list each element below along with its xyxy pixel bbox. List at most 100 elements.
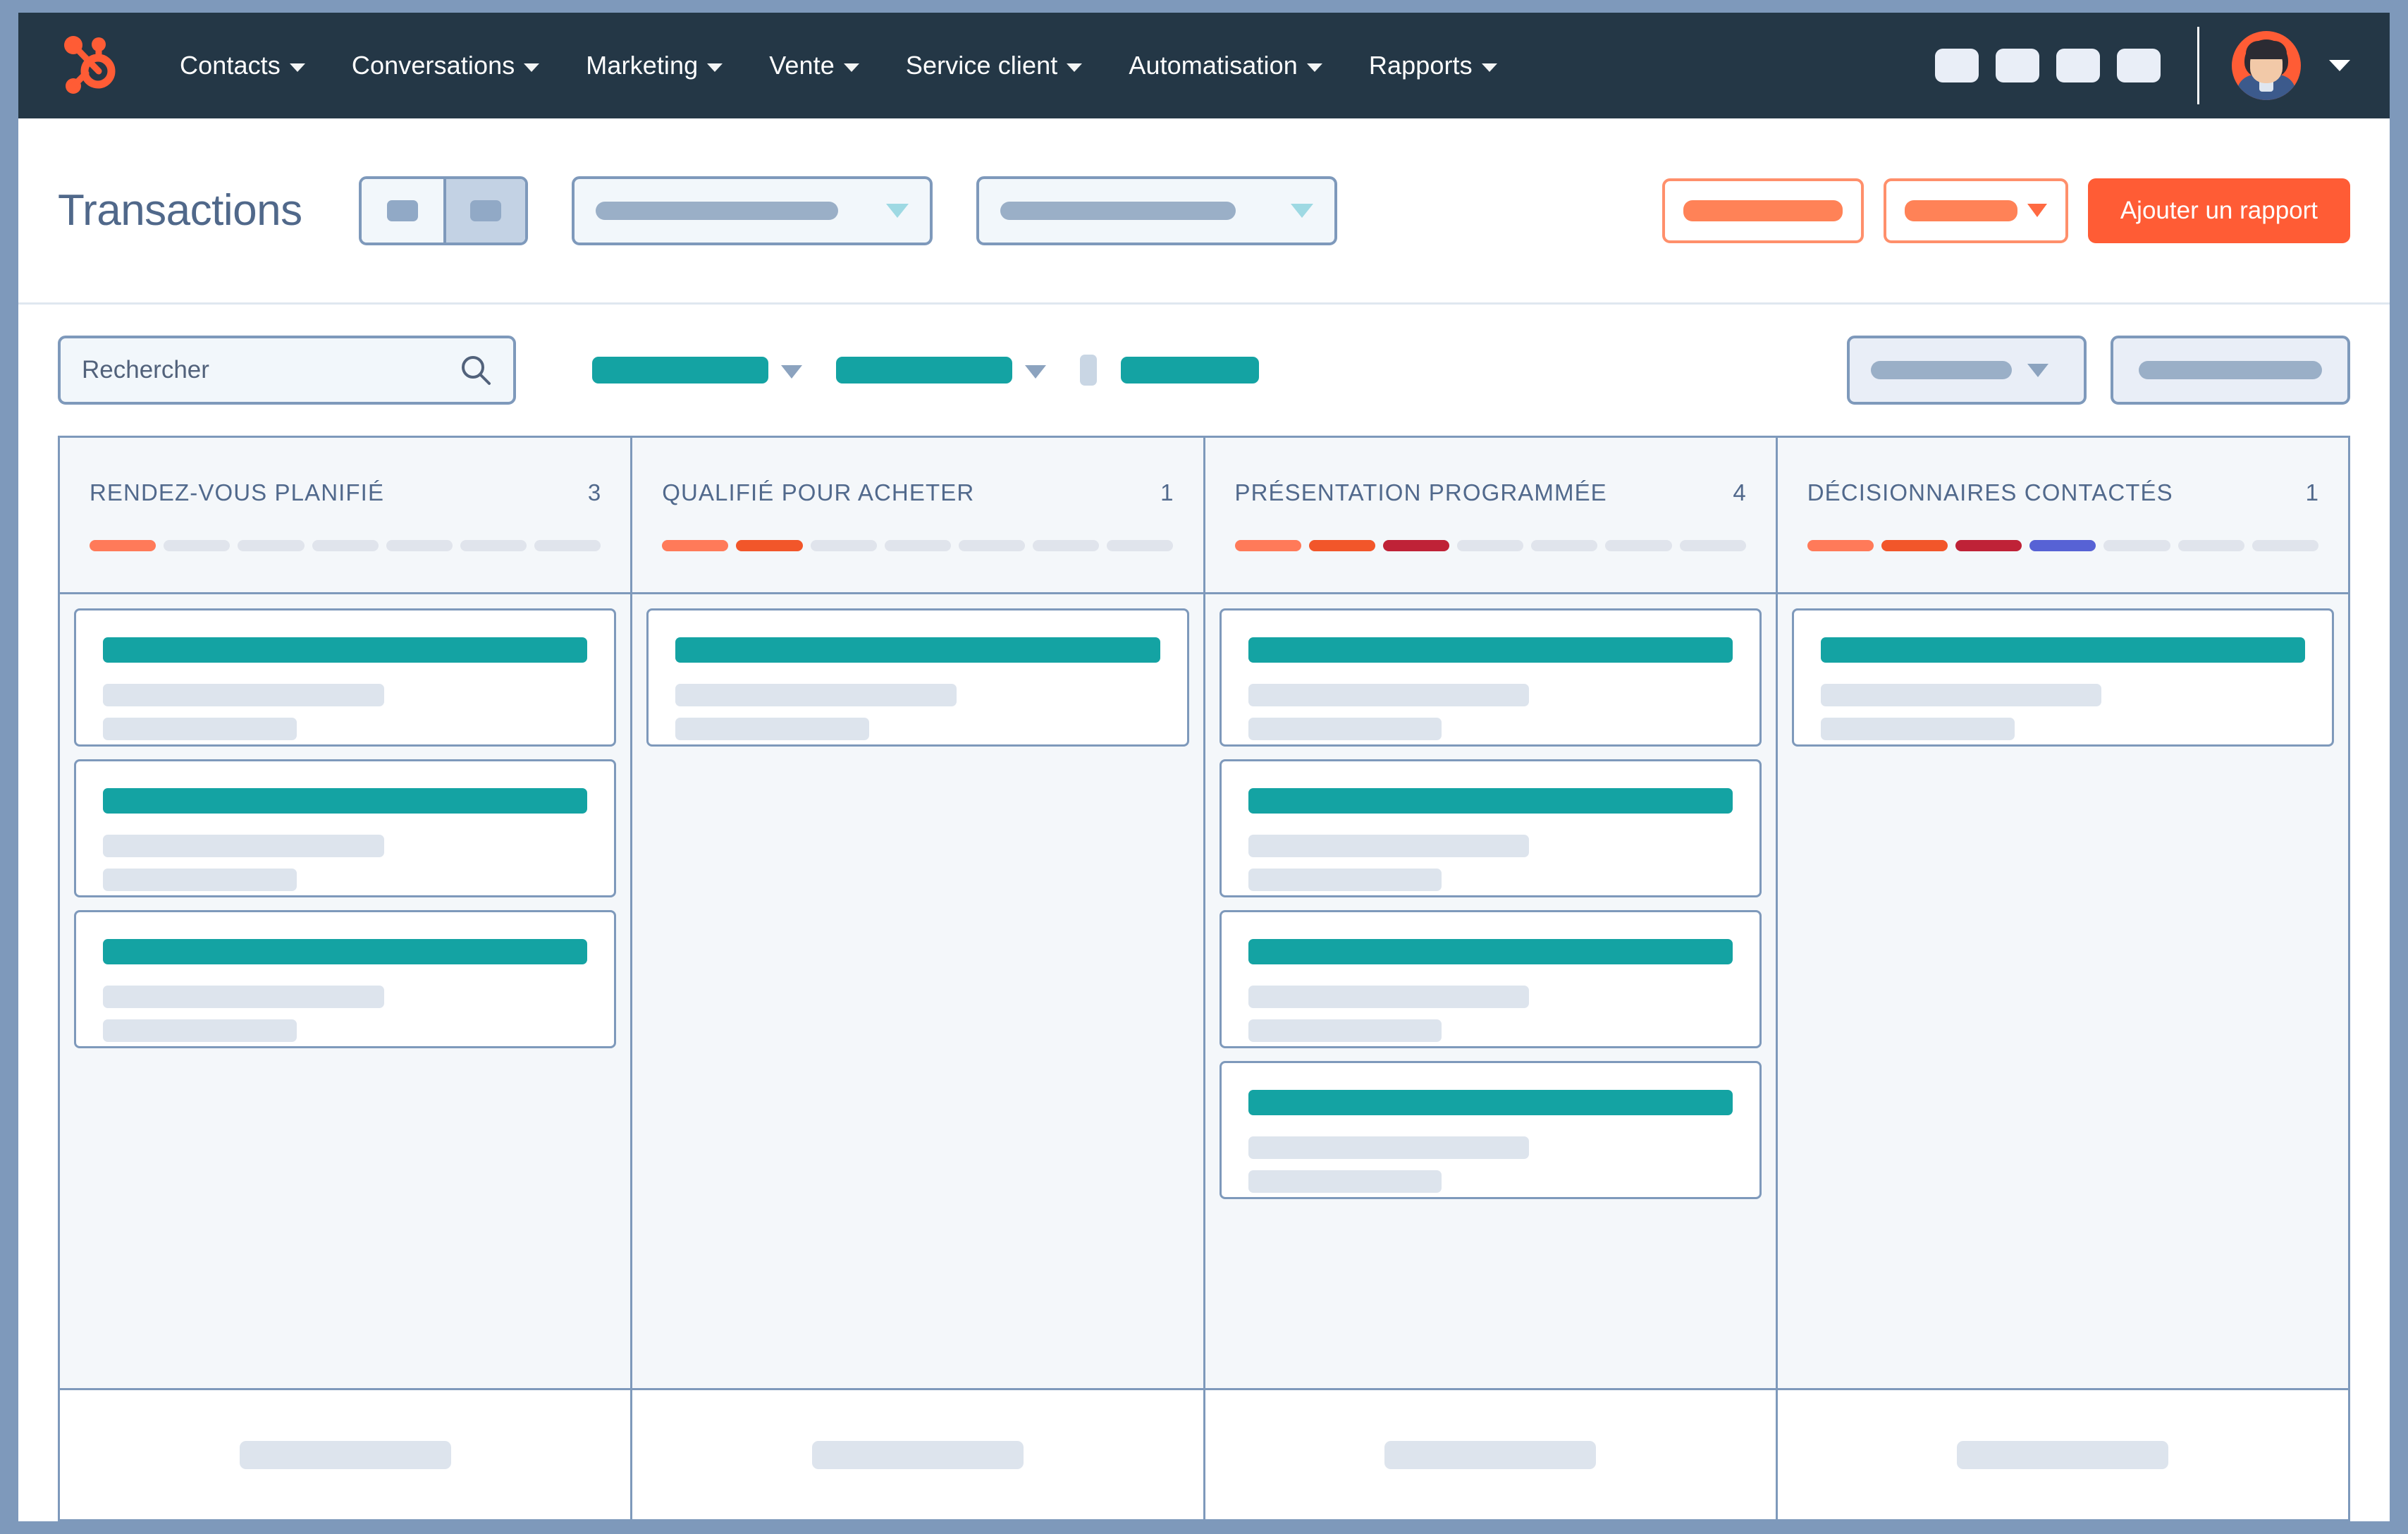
deal-card-detail-line [1248,684,1530,706]
chevron-down-icon [1290,203,1313,218]
filter-chips [592,355,1259,386]
deal-card[interactable] [646,608,1189,747]
add-deal-footer[interactable] [1205,1388,1776,1519]
deal-card[interactable] [74,608,617,747]
filter-divider-box [1080,355,1097,386]
nav-item-label: Conversations [351,51,515,80]
filter-chip-3[interactable] [1121,357,1259,384]
column-header-row: QUALIFIÉ POUR ACHETER 1 [662,479,1173,506]
nav-item-vente[interactable]: Vente [746,51,883,80]
deal-card[interactable] [74,910,617,1048]
stage-segment [1605,539,1672,551]
deal-card[interactable] [1219,759,1762,897]
search-input[interactable]: Rechercher [58,336,516,405]
list-view-icon [386,200,418,221]
column-count: 1 [1160,479,1174,505]
stage-segment [2103,539,2170,551]
import-dropdown[interactable] [1883,178,2068,243]
board-settings-field[interactable] [2111,336,2350,405]
nav-item-conversations[interactable]: Conversations [328,51,563,80]
deal-card[interactable] [1219,1061,1762,1199]
nav-utility-area [1935,13,2350,118]
deal-card-detail-line [103,684,384,706]
column-count: 3 [587,479,601,505]
add-deal-footer[interactable] [632,1388,1203,1519]
stage-segment [958,539,1026,551]
deal-card[interactable] [1219,608,1762,747]
import-dropdown-label [1904,200,2017,221]
deal-card-title [675,637,1160,663]
stage-segment [312,539,379,551]
deal-card[interactable] [1791,608,2334,747]
add-deal-label [239,1440,451,1469]
stage-segment [2029,539,2096,551]
add-deal-label [1384,1440,1597,1469]
hubspot-sprocket-logo-icon[interactable] [58,35,118,97]
header-actions: Ajouter un rapport [1661,178,2350,243]
stage-progress [1807,539,2318,551]
nav-item-rapports[interactable]: Rapports [1346,51,1521,80]
notifications-icon[interactable] [2117,49,2161,82]
avatar-fringe [2246,41,2287,59]
deal-card-detail-line [675,718,870,740]
nav-item-service-client[interactable]: Service client [883,51,1105,80]
marketplace-icon[interactable] [1996,49,2039,82]
filter-chip-2[interactable] [836,357,1012,384]
deal-card[interactable] [74,759,617,897]
column-card-list [60,594,631,1388]
chevron-down-icon [289,63,305,72]
deal-card-title [103,637,588,663]
help-icon[interactable] [2056,49,2100,82]
stage-segment [884,539,951,551]
add-report-button[interactable]: Ajouter un rapport [2087,178,2350,243]
column-title: PRÉSENTATION PROGRAMMÉE [1234,479,1607,505]
avatar[interactable] [2232,31,2301,100]
settings-icon[interactable] [1935,49,1979,82]
stage-segment [810,539,877,551]
nav-item-contacts[interactable]: Contacts [156,51,328,80]
stage-segment [1531,539,1598,551]
column-card-list [632,594,1203,1388]
stage-segment [460,539,527,551]
owner-select[interactable] [976,176,1337,245]
stage-segment [1679,539,1746,551]
board-settings-value [2139,361,2322,379]
add-deal-label [811,1440,1024,1469]
deal-card-detail-line [1248,1170,1442,1193]
column-count: 1 [2305,479,2318,505]
nav-item-label: Rapports [1368,51,1473,80]
deal-card-detail-line [103,986,384,1008]
nav-item-automatisation[interactable]: Automatisation [1105,51,1346,80]
owner-select-value [1000,201,1236,220]
sort-select[interactable] [1847,336,2087,405]
actions-button[interactable] [1661,178,1864,243]
stage-progress [662,539,1174,551]
pipeline-select[interactable] [571,176,933,245]
view-toggle-list[interactable] [361,178,443,243]
account-chevron-down-icon[interactable] [2329,60,2350,71]
deal-card-detail-line [1820,684,2102,706]
stage-segment [2252,539,2318,551]
column-header: PRÉSENTATION PROGRAMMÉE 4 [1205,438,1776,594]
chevron-down-icon [524,63,540,72]
board-column: RENDEZ-VOUS PLANIFIÉ 3 [60,438,633,1519]
column-header: QUALIFIÉ POUR ACHETER 1 [632,438,1203,594]
view-toggle-board[interactable] [443,178,525,243]
deal-card-title [1820,637,2305,663]
top-navigation-bar: Contacts Conversations Marketing Vente S… [18,13,2390,118]
deals-board: RENDEZ-VOUS PLANIFIÉ 3 QUALIFIÉ POUR ACHET… [58,436,2350,1521]
deal-card-detail-line [1820,718,2015,740]
nav-item-label: Vente [769,51,835,80]
caret-down-icon[interactable] [781,364,802,379]
column-card-list [1205,594,1776,1388]
filter-chip-1[interactable] [592,357,768,384]
add-deal-footer[interactable] [60,1388,631,1519]
stage-segment [386,539,453,551]
column-title: DÉCISIONNAIRES CONTACTÉS [1807,479,2173,505]
board-column: PRÉSENTATION PROGRAMMÉE 4 [1205,438,1778,1519]
stage-segment [662,539,729,551]
add-deal-footer[interactable] [1777,1388,2348,1519]
caret-down-icon[interactable] [1025,364,1046,379]
deal-card[interactable] [1219,910,1762,1048]
nav-item-marketing[interactable]: Marketing [563,51,746,80]
